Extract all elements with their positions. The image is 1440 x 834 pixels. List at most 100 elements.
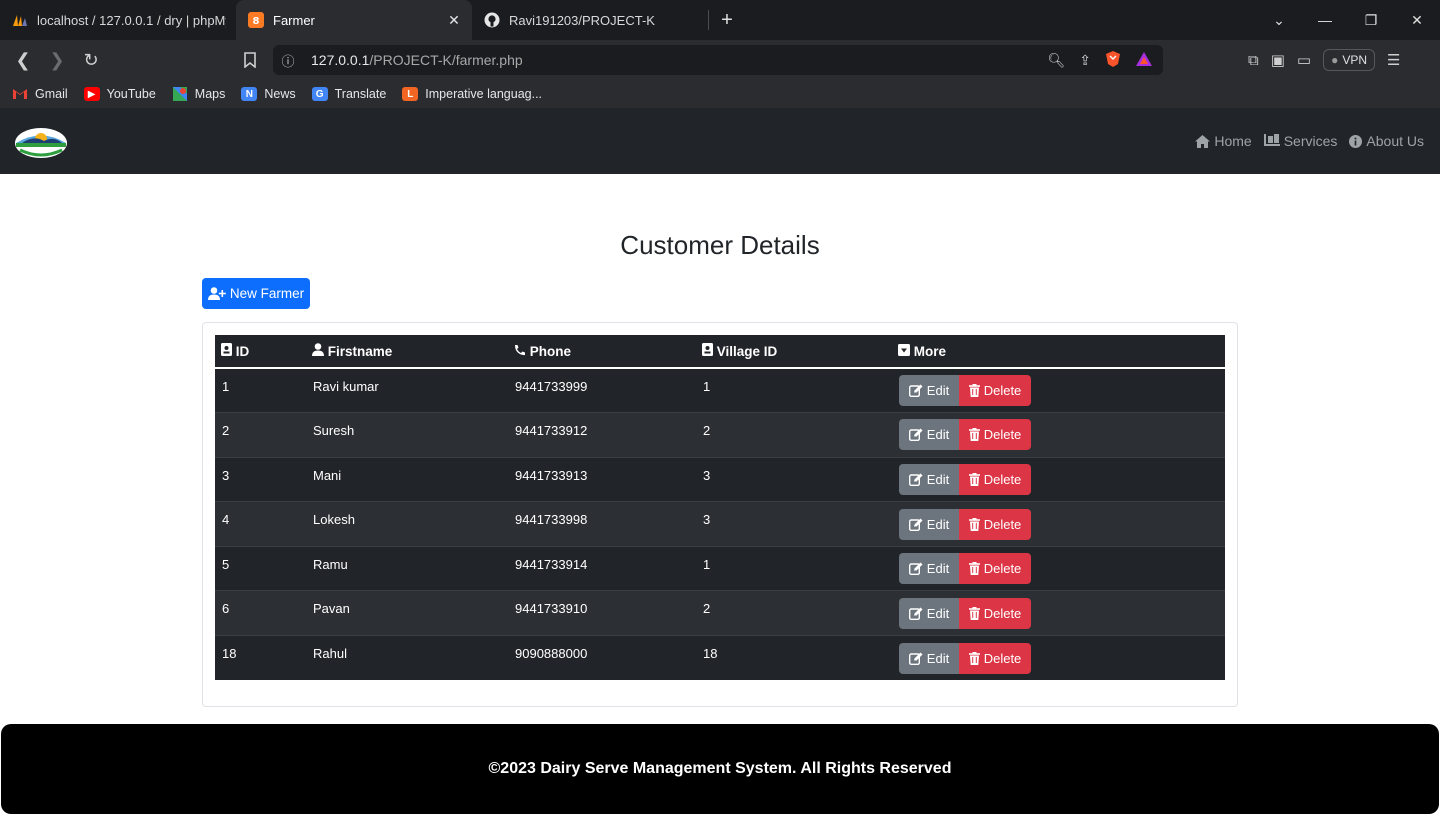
cell-phone: 9441733913 xyxy=(508,456,696,502)
cell-village-id: 3 xyxy=(696,501,892,547)
delete-button[interactable]: Delete xyxy=(959,597,1031,629)
edit-icon xyxy=(908,518,923,531)
nav-about-link[interactable]: About Us xyxy=(1349,133,1424,149)
row-actions: Edit Delete xyxy=(899,508,1031,540)
forward-icon[interactable]: ❯ xyxy=(40,43,74,77)
extensions-icon[interactable]: ⧉ xyxy=(1248,52,1259,69)
table-row: 6 Pavan 9441733910 2 Edit Delete xyxy=(215,590,1225,636)
delete-button[interactable]: Delete xyxy=(959,375,1031,407)
home-icon xyxy=(1195,134,1211,148)
truck-loading-icon xyxy=(1263,134,1280,148)
edit-label: Edit xyxy=(926,650,950,666)
row-actions: Edit Delete xyxy=(899,597,1031,629)
edit-icon xyxy=(908,607,923,620)
menu-icon[interactable]: ☰ xyxy=(1387,51,1400,69)
cell-phone: 9441733914 xyxy=(508,545,696,591)
share-icon[interactable]: ⇪ xyxy=(1079,52,1091,69)
edit-button[interactable]: Edit xyxy=(899,553,959,585)
edit-button[interactable]: Edit xyxy=(899,597,959,629)
tab-github[interactable]: Ravi191203/PROJECT-K xyxy=(472,0,708,40)
cell-id: 1 xyxy=(215,367,306,413)
cell-actions: Edit Delete xyxy=(892,412,1225,458)
cell-actions: Edit Delete xyxy=(892,501,1225,547)
table-row: 18 Rahul 9090888000 18 Edit Delete xyxy=(215,635,1225,681)
delete-label: Delete xyxy=(983,605,1022,621)
site-logo[interactable] xyxy=(14,126,68,160)
trash-icon xyxy=(968,606,980,620)
delete-button[interactable]: Delete xyxy=(959,419,1031,451)
address-book-icon xyxy=(702,343,713,356)
edit-icon xyxy=(908,652,923,665)
edit-button[interactable]: Edit xyxy=(899,463,959,495)
cell-actions: Edit Delete xyxy=(892,635,1225,681)
cell-id: 2 xyxy=(215,412,306,458)
new-farmer-button[interactable]: New Farmer xyxy=(202,278,310,309)
cell-firstname: Ravi kumar xyxy=(306,367,508,413)
user-plus-icon xyxy=(207,287,226,300)
reload-icon[interactable]: ↻ xyxy=(74,43,108,77)
minimize-button[interactable]: — xyxy=(1302,0,1348,40)
browser-tab-bar: localhost / 127.0.0.1 / dry | phpMyAdmin… xyxy=(0,0,1440,40)
info-circle-icon xyxy=(1349,134,1363,148)
delete-label: Delete xyxy=(983,516,1022,532)
nav-link-label: About Us xyxy=(1366,133,1424,149)
bookmark-label: Gmail xyxy=(35,87,68,101)
delete-button[interactable]: Delete xyxy=(959,508,1031,540)
edit-label: Edit xyxy=(926,516,950,532)
caret-square-down-icon xyxy=(898,343,910,356)
bookmark-news[interactable]: N News xyxy=(241,87,296,101)
bookmark-icon[interactable] xyxy=(233,43,267,77)
bookmark-youtube[interactable]: ▶ YouTube xyxy=(83,87,156,101)
brave-rewards-icon[interactable] xyxy=(1135,51,1153,70)
edit-button[interactable]: Edit xyxy=(899,508,959,540)
cell-firstname: Suresh xyxy=(306,412,508,458)
bookmark-maps[interactable]: Maps xyxy=(172,87,226,101)
bookmark-gmail[interactable]: Gmail xyxy=(12,87,68,101)
edit-button[interactable]: Edit xyxy=(899,375,959,407)
nav-services-link[interactable]: Services xyxy=(1263,133,1337,149)
close-tab-icon[interactable]: ✕ xyxy=(446,12,462,29)
farmer-table: ID Firstname Phone Village ID More 1 Ravi… xyxy=(215,335,1225,681)
bookmarks-bar: Gmail ▶ YouTube Maps N News G Translate … xyxy=(0,80,1440,108)
cell-actions: Edit Delete xyxy=(892,456,1225,502)
cell-village-id: 3 xyxy=(696,456,892,502)
table-row: 5 Ramu 9441733914 1 Edit Delete xyxy=(215,545,1225,591)
url-text[interactable]: 127.0.0.1/PROJECT-K/farmer.php xyxy=(303,52,1047,68)
nav-home-link[interactable]: Home xyxy=(1195,133,1252,149)
row-actions: Edit Delete xyxy=(899,419,1031,451)
delete-button[interactable]: Delete xyxy=(959,463,1031,495)
delete-button[interactable]: Delete xyxy=(959,553,1031,585)
trash-icon xyxy=(968,428,980,442)
tab-farmer[interactable]: 8 Farmer ✕ xyxy=(236,0,472,40)
bookmark-translate[interactable]: G Translate xyxy=(311,87,386,101)
site-info-icon[interactable]: ⓘ xyxy=(273,51,303,70)
cell-village-id: 18 xyxy=(696,635,892,681)
vpn-button[interactable]: ● VPN xyxy=(1323,49,1376,71)
sidebar-icon[interactable]: ▣ xyxy=(1271,51,1285,69)
brave-shields-icon[interactable] xyxy=(1105,50,1121,71)
cell-phone: 9441733999 xyxy=(508,367,696,413)
address-bar[interactable]: ⓘ 127.0.0.1/PROJECT-K/farmer.php 🔍︎ ⇪ xyxy=(273,45,1163,75)
tab-phpmyadmin[interactable]: localhost / 127.0.0.1 / dry | phpMyAdmin xyxy=(0,0,236,40)
new-tab-button[interactable]: + xyxy=(709,0,745,40)
tab-search-icon[interactable]: ⌄ xyxy=(1256,0,1302,40)
browser-toolbar: ❮ ❯ ↻ ⓘ 127.0.0.1/PROJECT-K/farmer.php 🔍… xyxy=(0,40,1440,80)
maps-icon xyxy=(172,87,188,101)
news-icon: N xyxy=(241,87,258,101)
bookmark-imperative[interactable]: L Imperative languag... xyxy=(402,87,542,101)
back-icon[interactable]: ❮ xyxy=(6,43,40,77)
header-label: ID xyxy=(235,344,250,359)
row-actions: Edit Delete xyxy=(899,375,1031,407)
close-window-button[interactable]: ✕ xyxy=(1394,0,1440,40)
edit-button[interactable]: Edit xyxy=(899,419,959,451)
delete-button[interactable]: Delete xyxy=(959,642,1031,674)
bookmark-label: Maps xyxy=(194,87,226,101)
tab-title: Farmer xyxy=(273,12,315,28)
restore-button[interactable]: ❐ xyxy=(1348,0,1394,40)
edit-button[interactable]: Edit xyxy=(899,642,959,674)
bookmark-label: News xyxy=(264,87,296,101)
wallet-icon[interactable]: ▭ xyxy=(1297,51,1311,69)
zoom-icon[interactable]: 🔍︎ xyxy=(1047,52,1065,69)
trash-icon xyxy=(968,517,980,531)
cell-id: 6 xyxy=(215,590,306,636)
